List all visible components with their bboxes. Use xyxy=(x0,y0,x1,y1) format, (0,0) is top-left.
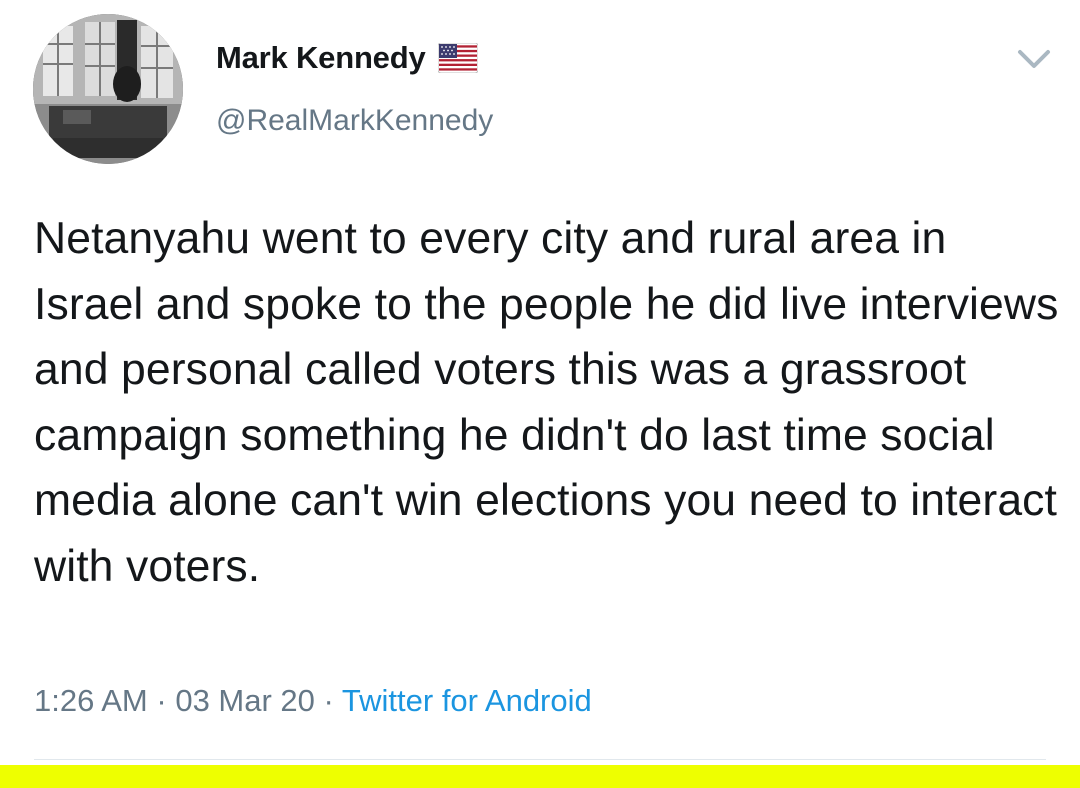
tweet-meta: 1:26 AM · 03 Mar 20 · Twitter for Androi… xyxy=(34,683,592,719)
tweet-text: Netanyahu went to every city and rural a… xyxy=(34,214,1059,591)
avatar-photo xyxy=(33,14,183,164)
meta-separator: · xyxy=(156,683,167,718)
tweet-source-link[interactable]: Twitter for Android xyxy=(342,683,592,718)
avatar[interactable] xyxy=(33,14,183,164)
divider xyxy=(34,759,1046,760)
tweet-date[interactable]: 03 Mar 20 xyxy=(175,683,315,718)
tweet-card: Mark Kennedy @RealMarkKennedy Netanyahu … xyxy=(0,0,1080,788)
highlight-bar xyxy=(0,765,1080,788)
tweet-time[interactable]: 1:26 AM xyxy=(34,683,148,718)
us-flag-icon xyxy=(437,43,478,73)
meta-separator: · xyxy=(323,683,334,718)
display-name[interactable]: Mark Kennedy xyxy=(216,40,426,76)
chevron-down-icon[interactable] xyxy=(1012,40,1056,76)
author-name-row[interactable]: Mark Kennedy xyxy=(216,38,478,78)
user-handle[interactable]: @RealMarkKennedy xyxy=(216,104,493,138)
